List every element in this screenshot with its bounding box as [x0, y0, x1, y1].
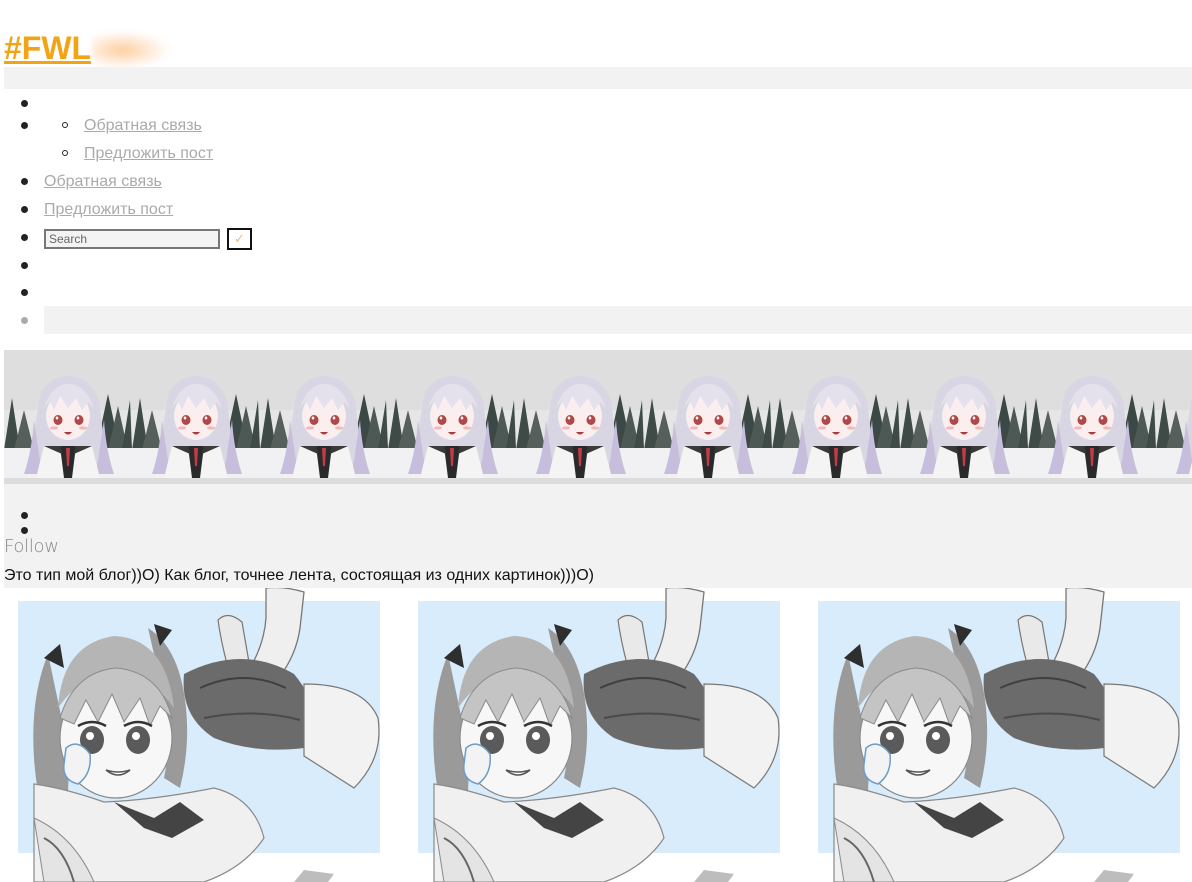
search-input[interactable] — [44, 229, 220, 249]
submenu-bullet — [62, 150, 68, 156]
banner-tile — [4, 350, 132, 478]
submenu-link-suggest-post[interactable]: Предложить пост — [84, 144, 213, 164]
header-banner-image — [4, 350, 1192, 484]
search-submit-button[interactable]: ✓ — [227, 228, 252, 250]
banner-tile — [516, 350, 644, 478]
banner-tile — [388, 350, 516, 478]
banner-tile — [1156, 350, 1192, 478]
banner-tile — [132, 350, 260, 478]
nav-bullet — [21, 289, 28, 296]
header-divider-bar — [4, 67, 1192, 89]
banner-tile — [1028, 350, 1156, 478]
nav-bullet — [21, 262, 28, 269]
nav-link-suggest-post[interactable]: Предложить пост — [44, 200, 173, 220]
site-title-link[interactable]: #FWL — [4, 28, 91, 68]
follow-button[interactable]: Follow — [4, 536, 59, 558]
checkmark-icon: ✓ — [234, 231, 245, 246]
nav-empty-panel — [44, 306, 1192, 334]
post-image[interactable] — [404, 588, 780, 882]
blog-description: Это тип мой блог))О) Как блог, точнее ле… — [4, 567, 594, 584]
nav-bullet — [21, 122, 28, 129]
submenu-bullet — [62, 122, 68, 128]
nav-bullet — [21, 206, 28, 213]
nav-bullet — [21, 234, 28, 241]
nav-bullet — [21, 100, 28, 107]
post-image[interactable] — [804, 588, 1180, 882]
submenu-link-feedback[interactable]: Обратная связь — [84, 116, 202, 136]
profile-bullet — [21, 512, 28, 519]
profile-bullet — [21, 527, 28, 534]
banner-tile — [772, 350, 900, 478]
site-logo-blur — [92, 32, 168, 68]
nav-bullet — [21, 317, 28, 324]
banner-tile — [644, 350, 772, 478]
banner-tile — [900, 350, 1028, 478]
nav-link-feedback[interactable]: Обратная связь — [44, 172, 162, 192]
post-image[interactable] — [4, 588, 380, 882]
nav-bullet — [21, 178, 28, 185]
banner-tile — [260, 350, 388, 478]
